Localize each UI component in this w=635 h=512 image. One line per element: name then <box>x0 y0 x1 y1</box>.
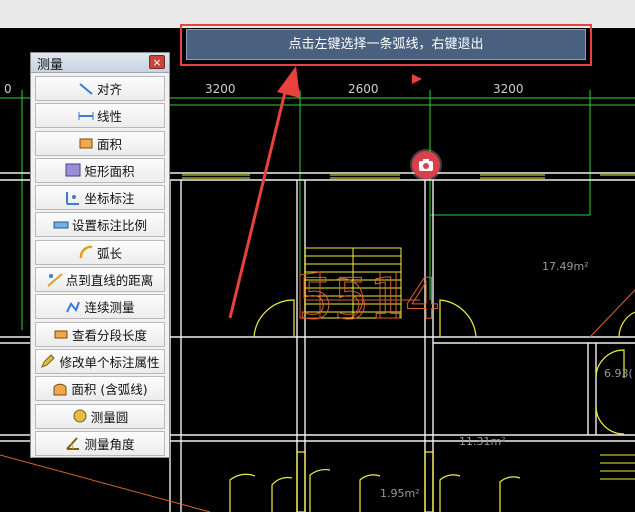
measure-tool-label: 面积 <box>96 136 122 152</box>
measure-tool-item[interactable]: 连续测量 <box>35 294 165 320</box>
measure-tool-item[interactable]: 查看分段长度 <box>35 321 165 347</box>
edit-dim-icon <box>41 354 56 369</box>
measure-tool-item[interactable]: 测量角度 <box>35 430 165 456</box>
measure-tool-item[interactable]: 设置标注比例 <box>35 212 165 238</box>
measure-tool-item[interactable]: 点到直线的距离 <box>35 267 165 293</box>
scale-icon <box>53 221 69 229</box>
point-line-icon <box>47 272 63 287</box>
room-area-label: 17.49m² <box>542 260 589 273</box>
measure-tool-label: 线性 <box>96 109 122 125</box>
arc-length-icon <box>79 246 93 259</box>
measure-tool-label: 查看分段长度 <box>71 327 147 343</box>
dimension-label: 2600 <box>348 82 379 96</box>
camera-button[interactable] <box>412 151 440 179</box>
measure-tool-label: 测量角度 <box>84 436 135 452</box>
measure-tool-item[interactable]: 修改单个标注属性 <box>35 348 165 374</box>
panel-title-bar[interactable]: 测量 × <box>31 53 169 73</box>
room-area-label: 6.93( <box>604 367 633 380</box>
measure-tool-item[interactable]: 面积 <box>35 130 165 156</box>
measure-tool-item[interactable]: 测量圆 <box>35 403 165 429</box>
measure-tool-label: 对齐 <box>96 82 122 97</box>
measure-tool-label: 面积 (含弧线) <box>71 382 148 398</box>
measure-tool-label: 坐标标注 <box>84 191 135 207</box>
rect-area-icon <box>65 163 81 177</box>
angle-icon <box>66 437 80 451</box>
measure-tool-item[interactable]: 弧长 <box>35 239 165 265</box>
measure-tool-item[interactable]: 坐标标注 <box>35 185 165 211</box>
stair-number-label: 5514 <box>298 267 441 332</box>
align-icon <box>79 82 93 95</box>
arc-area-icon <box>53 383 67 396</box>
measure-tool-label: 连续测量 <box>84 300 135 316</box>
measure-panel: 测量 × 对齐线性面积矩形面积坐标标注设置标注比例 弧长点到直线的距离 连续测量查看… <box>30 52 170 458</box>
segment-icon <box>54 330 68 339</box>
dimension-label: 3200 <box>493 82 524 96</box>
linear-icon <box>78 111 94 120</box>
measure-tool-item[interactable]: 面积 (含弧线) <box>35 376 165 402</box>
measure-tool-label: 点到直线的距离 <box>65 273 154 289</box>
area-icon <box>79 138 93 149</box>
measure-tool-item[interactable]: 线性 <box>35 103 165 129</box>
measure-tool-list: 对齐线性面积矩形面积坐标标注设置标注比例 弧长点到直线的距离 连续测量查看分段长度修… <box>35 76 165 458</box>
cursor-marker <box>412 74 422 84</box>
continuous-icon <box>66 301 81 313</box>
measure-tool-label: 矩形面积 <box>84 163 135 179</box>
dimension-partial-left: 0 <box>4 82 12 96</box>
measure-tool-label: 弧长 <box>96 245 122 261</box>
room-area-label: 1.95m² <box>380 487 420 500</box>
dimension-label: 3200 <box>205 82 236 96</box>
close-button[interactable]: × <box>149 55 165 69</box>
room-area-label: 11.31m² <box>459 435 506 448</box>
measure-tool-label: 测量圆 <box>90 409 129 425</box>
measure-tool-label: 修改单个标注属性 <box>59 354 160 370</box>
circle-icon <box>73 409 87 423</box>
measure-tool-item[interactable]: 对齐 <box>35 76 165 101</box>
annotation-arrow <box>228 66 300 319</box>
command-prompt-tooltip: 点击左键选择一条弧线，右键退出 <box>186 29 586 60</box>
coordinate-icon <box>66 191 80 205</box>
panel-title: 测量 <box>37 58 64 73</box>
measure-tool-label: 设置标注比例 <box>71 218 147 234</box>
measure-tool-item[interactable]: 矩形面积 <box>35 157 165 183</box>
camera-icon <box>419 159 433 171</box>
